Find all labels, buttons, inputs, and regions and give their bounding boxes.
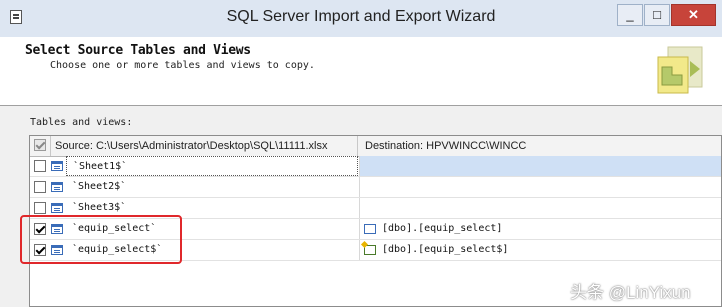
destination-cell[interactable]: [dbo].[equip_select$] xyxy=(359,240,721,260)
destination-cell[interactable] xyxy=(359,156,721,176)
watermark: 头条 @LinYixun xyxy=(570,283,691,302)
table-row[interactable]: `Sheet2$` xyxy=(30,177,721,198)
table-row[interactable]: `Sheet1$` xyxy=(30,156,721,177)
destination-cell[interactable]: [dbo].[equip_select] xyxy=(359,219,721,239)
destination-column-header[interactable]: Destination: HPVWINCC\WINCC xyxy=(359,136,721,156)
row-checkbox[interactable] xyxy=(34,160,46,172)
wizard-graphic-icon xyxy=(657,46,703,94)
row-checkbox[interactable] xyxy=(34,181,46,193)
source-cell[interactable]: `Sheet2$` xyxy=(66,177,358,197)
wizard-header: Select Source Tables and Views Choose on… xyxy=(0,37,722,106)
table-icon xyxy=(51,203,63,213)
destination-cell[interactable] xyxy=(359,177,721,197)
destination-text: [dbo].[equip_select$] xyxy=(382,244,509,255)
grid-header: Source: C:\Users\Administrator\Desktop\S… xyxy=(30,136,721,157)
select-all-checkbox[interactable] xyxy=(34,139,46,151)
maximize-button[interactable]: □ xyxy=(644,4,670,26)
destination-text: [dbo].[equip_select] xyxy=(382,223,503,234)
source-column-header[interactable]: Source: C:\Users\Administrator\Desktop\S… xyxy=(50,136,358,156)
new-table-icon xyxy=(364,245,376,255)
table-icon xyxy=(51,182,63,192)
close-button[interactable]: ✕ xyxy=(671,4,716,26)
page-title: Select Source Tables and Views xyxy=(25,43,251,58)
title-bar: SQL Server Import and Export Wizard _ □ … xyxy=(0,0,722,38)
page-subtitle: Choose one or more tables and views to c… xyxy=(50,60,315,71)
annotation-highlight-box xyxy=(20,215,182,264)
table-icon xyxy=(364,224,376,234)
tables-views-label: Tables and views: xyxy=(30,117,133,128)
destination-cell[interactable] xyxy=(359,198,721,218)
table-icon xyxy=(51,161,63,171)
minimize-button[interactable]: _ xyxy=(617,4,643,26)
source-cell[interactable]: `Sheet1$` xyxy=(66,156,358,176)
window-title: SQL Server Import and Export Wizard xyxy=(226,8,496,25)
row-checkbox[interactable] xyxy=(34,202,46,214)
